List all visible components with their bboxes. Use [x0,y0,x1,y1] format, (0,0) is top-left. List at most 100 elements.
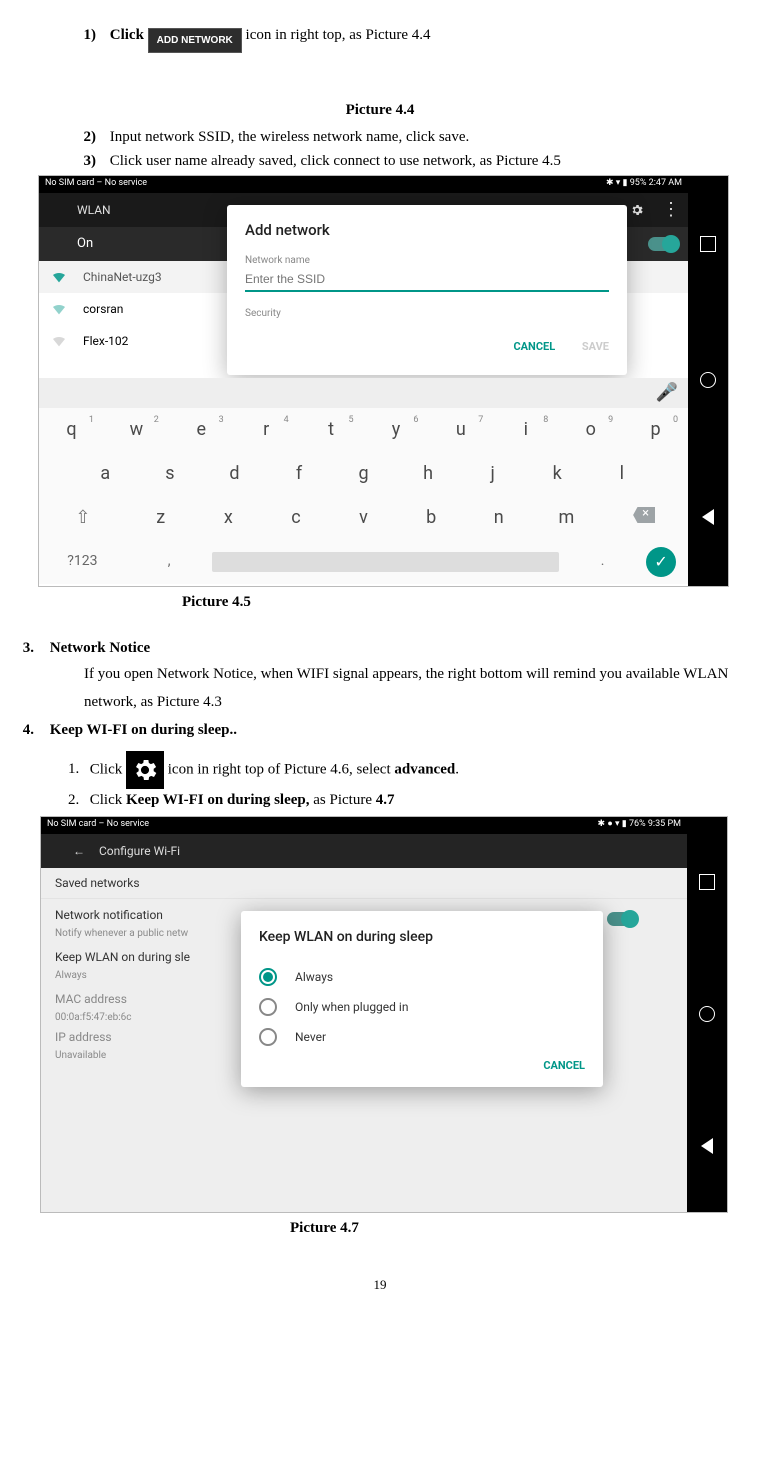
sec4-li2-bold: Keep WI-FI on during sleep, [126,792,310,808]
wifi-icon [51,269,67,285]
back-icon[interactable] [701,1138,713,1154]
sec3-title: Network Notice [50,640,150,656]
row-saved-networks[interactable]: Saved networks [41,868,687,899]
status-left: No SIM card – No service [45,177,147,191]
wifi-name-1: corsran [83,300,123,318]
status-right: ✱ ● ▾ ▮ 76% 9:35 PM [598,818,681,832]
shift-key[interactable]: ⇧ [39,504,127,531]
key-l[interactable]: l [590,460,655,487]
back-arrow-icon[interactable]: ← [73,842,85,860]
dialog-cancel-button[interactable]: CANCEL [513,340,555,353]
appbar2-title: Configure Wi-Fi [99,842,180,860]
ssid-input[interactable] [245,268,609,292]
opt-always[interactable]: Always [259,962,585,992]
step-1-num: 1) [68,24,96,47]
kb-row-1: q1 w2 e3 r4 t5 y6 u7 i8 o9 p0 [39,408,688,452]
security-label: Security [245,306,609,321]
dialog2-cancel-button[interactable]: CANCEL [543,1058,585,1075]
key-b[interactable]: b [397,504,465,531]
key-d[interactable]: d [202,460,267,487]
status-right: ✱ ▾ ▮ 95% 2:47 AM [606,177,682,191]
sec3-num: 3. [18,637,34,660]
key-y[interactable]: y6 [364,416,429,443]
step-3: 3) Click user name already saved, click … [68,150,748,173]
symbols-key[interactable]: ?123 [39,551,126,572]
status-bar: No SIM card – No service ✱ ▾ ▮ 95% 2:47 … [39,176,688,193]
key-r[interactable]: r4 [234,416,299,443]
key-c[interactable]: c [262,504,330,531]
add-network-dialog: Add network Network name Security CANCEL… [227,205,627,375]
page-number: 19 [12,1275,748,1295]
step-1: 1) Click ADD NETWORK icon in right top, … [68,24,748,53]
step-2-num: 2) [68,126,96,149]
key-f[interactable]: f [267,460,332,487]
wlan-toggle[interactable] [648,237,676,251]
kb-row-2: a s d f g h j k l [39,452,688,496]
wlan-on-label: On [77,234,93,254]
section-3-header: 3. Network Notice [18,637,748,660]
gear-icon[interactable] [630,203,644,217]
step-3-text: Click user name already saved, click con… [110,153,561,169]
caption-4-5: Picture 4.5 [182,591,748,614]
step-1-post: icon in right top, as Picture 4.4 [246,27,431,43]
sec4-li2: 2. Click Keep WI-FI on during sleep, as … [68,789,748,812]
screenshot-keep-wlan: No SIM card – No service ✱ ● ▾ ▮ 76% 9:3… [40,816,728,1213]
key-k[interactable]: k [525,460,590,487]
dialog-save-button[interactable]: SAVE [582,340,609,353]
key-w[interactable]: w2 [104,416,169,443]
dialog2-title: Keep WLAN on during sleep [259,927,585,948]
sec4-li2-bold2: 4.7 [376,792,395,808]
backspace-icon [633,507,655,523]
step-2: 2) Input network SSID, the wireless netw… [68,126,748,149]
wifi-name-2: Flex-102 [83,332,128,350]
notification-toggle[interactable] [607,912,635,926]
sec4-num: 4. [18,719,34,742]
kb-row-4: ?123 , . ✓ [39,540,688,584]
keep-wlan-dialog: Keep WLAN on during sleep Always Only wh… [241,911,603,1087]
sec4-li1-pre: Click [90,761,126,777]
sec3-body: If you open Network Notice, when WIFI si… [84,660,748,717]
section-4-header: 4. Keep WI-FI on during sleep.. [18,719,748,742]
key-u[interactable]: u7 [428,416,493,443]
key-e[interactable]: e3 [169,416,234,443]
status-left: No SIM card – No service [47,818,149,832]
key-x[interactable]: x [195,504,263,531]
space-key[interactable] [212,552,559,572]
key-t[interactable]: t5 [299,416,364,443]
caption-4-7: Picture 4.7 [290,1217,748,1240]
opt-never[interactable]: Never [259,1022,585,1052]
key-i[interactable]: i8 [493,416,558,443]
sec4-title: Keep WI-FI on during sleep.. [50,722,237,738]
key-z[interactable]: z [127,504,195,531]
key-g[interactable]: g [331,460,396,487]
sec4-li2-post: as Picture [313,792,375,808]
key-j[interactable]: j [460,460,525,487]
recent-apps-icon[interactable] [700,236,716,252]
radio-icon [259,998,277,1016]
key-p[interactable]: p0 [623,416,688,443]
key-s[interactable]: s [138,460,203,487]
caption-4-4: Picture 4.4 [12,99,748,122]
key-n[interactable]: n [465,504,533,531]
comma-key[interactable]: , [126,551,213,572]
key-a[interactable]: a [73,460,138,487]
radio-icon [259,968,277,986]
recent-apps-icon[interactable] [699,874,715,890]
enter-key[interactable]: ✓ [646,547,676,577]
gear-icon [126,751,164,789]
key-o[interactable]: o9 [558,416,623,443]
key-m[interactable]: m [533,504,601,531]
mic-icon[interactable]: 🎤 [656,379,678,406]
key-h[interactable]: h [396,460,461,487]
opt-plugged[interactable]: Only when plugged in [259,992,585,1022]
back-icon[interactable] [702,509,714,525]
dot-key[interactable]: . [559,551,646,572]
appbar-configure: ← Configure Wi-Fi [41,834,687,868]
key-v[interactable]: v [330,504,398,531]
home-icon[interactable] [700,372,716,388]
android-navbar [688,176,728,586]
key-q[interactable]: q1 [39,416,104,443]
backspace-key[interactable] [600,504,688,531]
home-icon[interactable] [699,1006,715,1022]
network-name-label: Network name [245,253,609,268]
